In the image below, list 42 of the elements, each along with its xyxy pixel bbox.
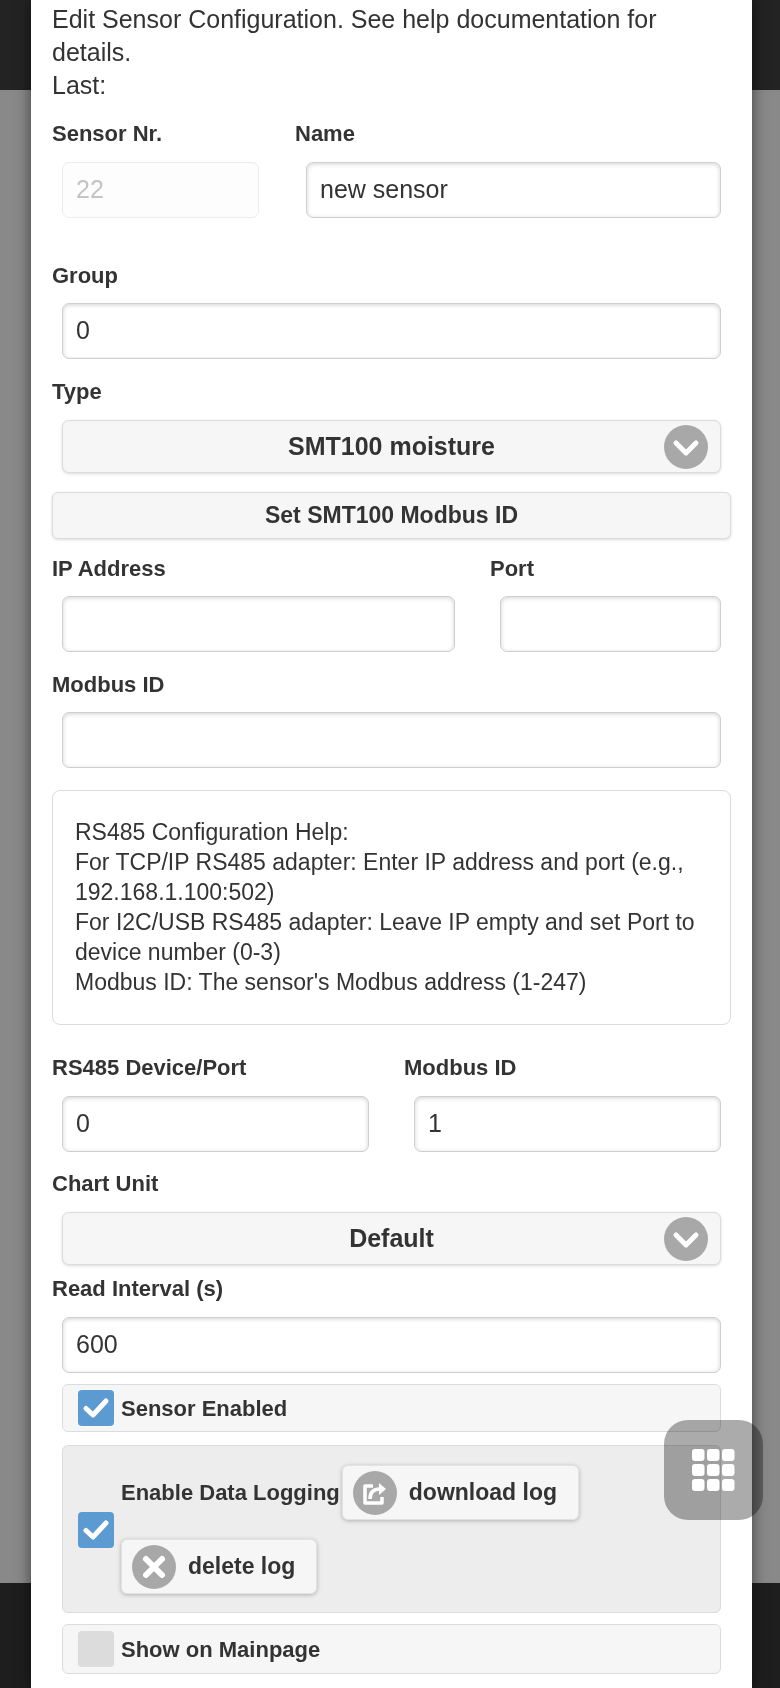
- field-label: Modbus ID: [52, 671, 165, 699]
- checkbox[interactable]: [78, 1511, 114, 1548]
- select-dropdown[interactable]: SMT100 moisture: [62, 420, 721, 473]
- input-field[interactable]: [62, 596, 455, 652]
- field-label: Chart Unit: [52, 1170, 159, 1198]
- checkbox-label[interactable]: Enable Data Logging: [121, 1476, 342, 1509]
- select-dropdown[interactable]: Default: [62, 1212, 721, 1265]
- checkbox-row[interactable]: Show on Mainpage: [62, 1624, 721, 1674]
- field-label: Port: [490, 555, 534, 583]
- field-label: IP Address: [52, 555, 166, 583]
- field-label: Modbus ID: [404, 1054, 517, 1082]
- grid-menu-button[interactable]: [664, 1420, 763, 1520]
- input-field[interactable]: 0: [62, 1096, 369, 1152]
- help-text: RS485 Configuration Help:: [75, 818, 349, 847]
- input-field[interactable]: 1: [414, 1096, 721, 1152]
- input-field[interactable]: [62, 712, 721, 768]
- close-icon: [132, 1544, 176, 1589]
- last-label: Last:: [52, 70, 107, 101]
- share-icon: [352, 1470, 397, 1515]
- input-field[interactable]: new sensor: [306, 162, 721, 218]
- chevron-down-icon: [664, 424, 708, 469]
- field-label: Read Interval (s): [52, 1275, 224, 1303]
- input-field[interactable]: 0: [62, 303, 721, 359]
- download-log-button[interactable]: download log: [341, 1465, 579, 1520]
- grid-icon: [692, 1449, 735, 1491]
- checkbox-row[interactable]: Sensor Enabled: [62, 1384, 721, 1432]
- input-field[interactable]: 600: [62, 1317, 721, 1373]
- help-text: For I2C/USB RS485 adapter: Leave IP empty and set Port to device number (0-3): [75, 908, 696, 967]
- checkbox[interactable]: [78, 1390, 114, 1426]
- field-label: Sensor Nr.: [52, 120, 163, 148]
- chevron-down-icon: [664, 1216, 708, 1261]
- help-text: Modbus ID: The sensor's Modbus address (1-247): [75, 968, 587, 997]
- delete-log-button[interactable]: delete log: [121, 1539, 318, 1594]
- checkbox[interactable]: [78, 1631, 114, 1667]
- field-label: Type: [52, 378, 102, 406]
- field-label: RS485 Device/Port: [52, 1054, 247, 1082]
- help-text: For TCP/IP RS485 adapter: Enter IP address and port (e.g., 192.168.1.100:502): [75, 848, 685, 907]
- intro-text: Edit Sensor Configuration. See help documentation for details.: [52, 4, 658, 68]
- field-label: Name: [295, 120, 355, 148]
- set-modbus-id-button[interactable]: Set SMT100 Modbus ID: [52, 492, 731, 539]
- input-field[interactable]: [500, 596, 721, 652]
- field-label: Group: [52, 262, 118, 290]
